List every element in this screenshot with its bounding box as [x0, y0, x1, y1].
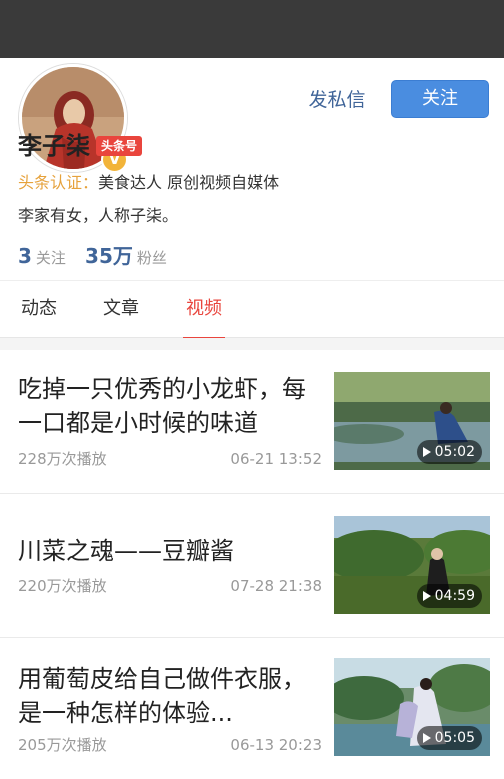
tab-articles[interactable]: 文章 [100, 281, 142, 338]
video-list-item[interactable]: 川菜之魂——豆瓣酱 220万次播放 07-28 21:38 04:59 [0, 494, 504, 638]
duration-text: 05:05 [434, 730, 475, 746]
video-date: 06-13 20:23 [230, 736, 322, 754]
tab-videos[interactable]: 视频 [183, 281, 225, 339]
profile-card: V 发私信 关注 李子柒 头条号 头条认证：美食达人 原创视频自媒体 李家有女，… [0, 58, 504, 280]
duration-text: 05:02 [434, 444, 475, 460]
video-duration: 05:05 [416, 726, 482, 750]
video-title: 川菜之魂——豆瓣酱 [18, 537, 234, 565]
certification-text: 美食达人 原创视频自媒体 [98, 173, 280, 192]
duration-text: 04:59 [434, 588, 475, 604]
account-type-badge: 头条号 [96, 136, 143, 156]
certification-label: 头条认证： [18, 173, 99, 192]
video-title: 用葡萄皮给自己做件衣服，是一种怎样的体验... [18, 665, 306, 727]
video-list-item[interactable]: 用葡萄皮给自己做件衣服，是一种怎样的体验... 205万次播放 06-13 20… [0, 638, 504, 779]
video-list-item[interactable]: 吃掉一只优秀的小龙虾，每一口都是小时候的味道 228万次播放 06-21 13:… [0, 350, 504, 494]
video-views: 228万次播放 [18, 450, 107, 468]
follow-button[interactable]: 关注 [391, 80, 489, 118]
fans-label: 粉丝 [136, 249, 167, 267]
section-divider [0, 338, 504, 350]
profile-tabs: 动态 文章 视频 [0, 280, 504, 339]
video-views: 205万次播放 [18, 736, 107, 754]
video-duration: 05:02 [416, 440, 482, 464]
following-label: 关注 [35, 249, 66, 267]
video-duration: 04:59 [416, 584, 482, 608]
certification: 头条认证：美食达人 原创视频自媒体 [18, 172, 279, 194]
play-icon [422, 591, 431, 601]
tab-dynamics[interactable]: 动态 [18, 281, 60, 338]
following-count: 3 [18, 244, 32, 268]
video-thumbnail[interactable]: 05:05 [334, 658, 490, 756]
send-message-button[interactable]: 发私信 [300, 84, 374, 116]
play-icon [422, 733, 431, 743]
following-stat[interactable]: 3 关注 [18, 244, 80, 268]
fans-stat[interactable]: 35万 粉丝 [85, 244, 181, 268]
profile-stats: 3 关注 35万 粉丝 [18, 243, 181, 271]
video-thumbnail[interactable]: 04:59 [334, 516, 490, 614]
video-date: 07-28 21:38 [230, 577, 322, 595]
video-thumbnail[interactable]: 05:02 [334, 372, 490, 470]
header-background [0, 0, 504, 58]
video-views: 220万次播放 [18, 577, 107, 595]
fans-count: 35万 [85, 244, 133, 268]
video-title: 吃掉一只优秀的小龙虾，每一口都是小时候的味道 [18, 375, 306, 437]
profile-name: 李子柒 [18, 132, 90, 160]
play-icon [422, 447, 431, 457]
profile-bio: 李家有女，人称子柒。 [18, 206, 179, 225]
video-date: 06-21 13:52 [230, 450, 322, 468]
